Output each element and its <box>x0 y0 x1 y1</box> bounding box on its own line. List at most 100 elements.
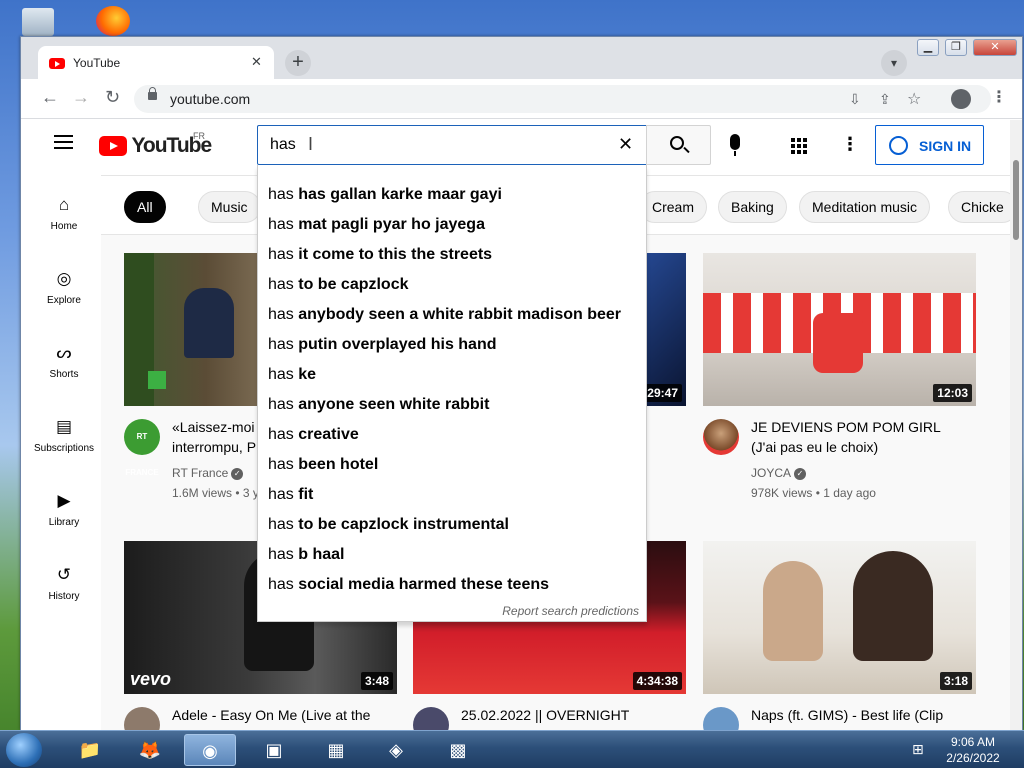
suggestion-item[interactable]: has been hotel <box>258 450 646 480</box>
new-tab-button[interactable]: + <box>285 50 311 76</box>
suggestion-item[interactable]: has putin overplayed his hand <box>258 330 646 360</box>
sign-in-button[interactable]: SIGN IN <box>875 125 984 165</box>
settings-more-icon[interactable]: ⋮ <box>841 134 859 155</box>
suggestion-completion: to be capzlock <box>298 276 409 293</box>
channel-avatar[interactable] <box>124 707 160 731</box>
address-bar[interactable]: youtube.com ⇩ ⇪ ☆ <box>134 85 991 113</box>
history-icon: ↺ <box>56 565 72 584</box>
close-window-button[interactable]: ✕ <box>973 39 1017 56</box>
suggestion-item[interactable]: has anyone seen white rabbit <box>258 390 646 420</box>
share-icon[interactable]: ⇪ <box>879 91 891 108</box>
virtualbox-taskbar-icon[interactable]: ◈ <box>370 734 422 766</box>
bookmark-star-icon[interactable]: ☆ <box>907 89 921 109</box>
search-input[interactable]: has I ✕ <box>257 125 647 165</box>
suggestion-item[interactable]: has it come to this the streets <box>258 240 646 270</box>
account-circle-icon <box>889 136 908 155</box>
video-meta: 978K views • 1 day ago <box>751 486 876 500</box>
shorts-icon: ᔕ <box>56 343 72 362</box>
chip-music[interactable]: Music <box>198 191 261 223</box>
hamburger-menu-icon[interactable] <box>54 135 73 153</box>
video-title[interactable]: Naps (ft. GIMS) - Best life (Clip <box>751 705 976 725</box>
reload-icon[interactable]: ↻ <box>105 87 120 108</box>
network-tray-icon[interactable]: ⊞ <box>912 741 924 758</box>
suggestion-item[interactable]: has social media harmed these teens <box>258 570 646 600</box>
suggestion-prefix: has <box>268 456 294 473</box>
video-card[interactable]: 3:18 Naps (ft. GIMS) - Best life (Clip <box>703 541 976 731</box>
youtube-logo[interactable]: YouTube FR <box>99 131 212 158</box>
channel-avatar[interactable]: RT FRANCE <box>124 419 160 477</box>
video-duration: 3:18 <box>939 672 972 690</box>
profile-avatar-icon[interactable] <box>951 89 971 109</box>
microphone-icon[interactable] <box>730 134 740 156</box>
nav-home[interactable]: ⌂ Home <box>21 195 107 232</box>
page-scrollbar[interactable] <box>1010 120 1022 731</box>
video-card[interactable]: 12:03 JE DEVIENS POM POM GIRL (J'ai pas e… <box>703 253 976 500</box>
nav-subscriptions[interactable]: ▤ Subscriptions <box>21 417 107 454</box>
suggestion-item[interactable]: has mat pagli pyar ho jayega <box>258 210 646 240</box>
suggestion-prefix: has <box>268 216 294 233</box>
tab-close-icon[interactable]: ✕ <box>251 54 262 70</box>
search-icon <box>670 136 684 150</box>
control-panel-taskbar-icon[interactable]: ▣ <box>248 734 300 766</box>
back-arrow-icon[interactable]: ← <box>41 87 59 108</box>
nav-library[interactable]: ▶ Library <box>21 491 107 528</box>
chip-meditation-music[interactable]: Meditation music <box>799 191 931 223</box>
suggestion-item[interactable]: has ke <box>258 360 646 390</box>
suggestion-item[interactable]: has creative <box>258 420 646 450</box>
suggestion-item[interactable]: has anybody seen a white rabbit madison … <box>258 300 646 330</box>
chip-baking[interactable]: Baking <box>718 191 787 223</box>
video-thumbnail[interactable]: 12:03 <box>703 253 976 406</box>
chip-chicken[interactable]: Chicke <box>948 191 1018 223</box>
channel-name[interactable]: JOYCA ✓ <box>751 466 807 480</box>
chip-all[interactable]: All <box>124 191 166 223</box>
subscriptions-icon: ▤ <box>55 417 73 436</box>
minimize-button[interactable]: ▁ <box>917 39 939 56</box>
apps-grid-icon[interactable] <box>791 138 807 154</box>
chrome-taskbar-icon[interactable]: ◉ <box>184 734 236 766</box>
scrollbar-thumb[interactable] <box>1013 160 1019 240</box>
suggestion-prefix: has <box>268 306 294 323</box>
channel-avatar[interactable] <box>703 419 739 455</box>
video-title-line2: (J'ai pas eu le choix) <box>751 439 879 455</box>
install-icon[interactable]: ⇩ <box>849 91 861 108</box>
rt-play-icon <box>148 371 166 389</box>
firefox-taskbar-icon[interactable]: 🦊 <box>124 734 176 766</box>
channel-name[interactable]: RT France ✓ <box>172 466 244 480</box>
suggestion-item[interactable]: has to be capzlock instrumental <box>258 510 646 540</box>
lock-icon <box>148 87 157 100</box>
clear-search-icon[interactable]: ✕ <box>618 134 633 155</box>
channel-avatar[interactable] <box>413 707 449 731</box>
nav-explore[interactable]: ◎ Explore <box>21 269 107 306</box>
suggestion-completion: mat pagli pyar ho jayega <box>298 216 485 233</box>
chip-cream[interactable]: Cream <box>639 191 708 223</box>
video-title[interactable]: 25.02.2022 || OVERNIGHT <box>461 705 686 725</box>
video-title[interactable]: Adele - Easy On Me (Live at the <box>172 705 397 725</box>
nav-shorts[interactable]: ᔕ Shorts <box>21 343 107 380</box>
network-tool-taskbar-icon[interactable]: ▩ <box>432 734 484 766</box>
suggestion-item[interactable]: has has gallan karke maar gayi <box>258 180 646 210</box>
forward-arrow-icon[interactable]: → <box>72 87 90 108</box>
video-title[interactable]: JE DEVIENS POM POM GIRL (J'ai pas eu le c… <box>751 417 976 457</box>
suggestion-item[interactable]: has b haal <box>258 540 646 570</box>
system-clock[interactable]: 9:06 AM 2/26/2022 <box>928 734 1018 766</box>
video-duration: 3:48 <box>360 672 393 690</box>
file-explorer-taskbar-icon[interactable]: 📁 <box>64 734 116 766</box>
search-button[interactable] <box>646 125 711 165</box>
tab-youtube[interactable]: YouTube ✕ <box>38 46 274 80</box>
firefox-desktop-icon[interactable] <box>96 6 130 36</box>
suggestion-item[interactable]: has fit <box>258 480 646 510</box>
nav-explore-label: Explore <box>47 295 81 306</box>
channel-avatar[interactable] <box>703 707 739 731</box>
tab-search-icon[interactable]: ▾ <box>881 50 907 76</box>
video-thumbnail[interactable]: 3:18 <box>703 541 976 694</box>
performance-monitor-taskbar-icon[interactable]: ▦ <box>310 734 362 766</box>
chrome-menu-icon[interactable]: ⋮ <box>991 87 1007 107</box>
maximize-button[interactable]: ❐ <box>945 39 967 56</box>
recycle-bin-icon[interactable] <box>22 8 54 36</box>
suggestion-prefix: has <box>268 426 294 443</box>
start-button[interactable] <box>6 733 42 767</box>
sign-in-label: SIGN IN <box>919 138 972 154</box>
suggestion-item[interactable]: has to be capzlock <box>258 270 646 300</box>
report-search-predictions-link[interactable]: Report search predictions <box>502 604 639 618</box>
nav-history[interactable]: ↺ History <box>21 565 107 602</box>
